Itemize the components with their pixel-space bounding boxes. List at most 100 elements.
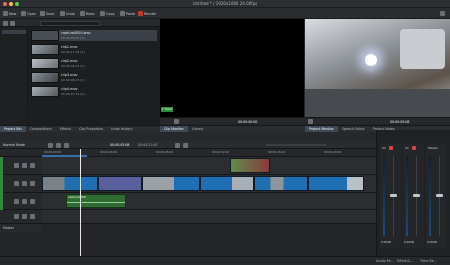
channel-level: 0.00dB [381, 240, 391, 244]
video-clip-selected[interactable] [98, 176, 142, 191]
paste-button[interactable]: Paste [120, 10, 135, 17]
fader-knob[interactable] [436, 194, 443, 197]
channel-level: 0.00dB [427, 240, 437, 244]
render-icon [138, 11, 143, 16]
channel-label: A1 [405, 146, 409, 150]
zoom-out-icon[interactable] [183, 142, 188, 148]
tab-time-remapping[interactable]: Time Re... [420, 259, 437, 263]
undo-button[interactable]: Undo [60, 10, 75, 17]
select-tool-icon[interactable] [48, 142, 53, 148]
paste-label: Paste [126, 11, 136, 16]
ruler-tick-label: 00:00:20:00 [324, 150, 342, 154]
audio-clip[interactable]: capture0000 [66, 194, 126, 208]
add-clip-icon[interactable] [3, 20, 8, 26]
mute-icon[interactable] [30, 181, 35, 186]
ruler-tick-label: 00:00:16:00 [268, 150, 286, 154]
master-header: Master [0, 224, 42, 232]
list-item[interactable]: clip1.mov 00:00:17:09 [1] [31, 44, 157, 55]
list-item[interactable]: clip2.mov 00:00:04:03 [1] [31, 58, 157, 69]
track-a1[interactable]: capture0000 [42, 193, 376, 210]
project-monitor-view[interactable] [305, 19, 450, 117]
playhead[interactable] [80, 149, 81, 256]
render-button[interactable]: Render [138, 10, 156, 17]
fader-knob[interactable] [390, 194, 397, 197]
speaker-icon[interactable] [30, 199, 35, 204]
bin-clip-list: capture0000.wav 00:00:03:22 [1] clip1.mo… [28, 27, 160, 125]
new-button[interactable]: New [3, 10, 16, 17]
record-button[interactable] [389, 146, 393, 150]
left-dock-tabs: Project Bin Compositions Effects Clip Pr… [0, 125, 160, 133]
copy-icon [100, 11, 105, 16]
track-a2[interactable] [42, 210, 376, 224]
window-title: Untitled * / 1920x1080 24.00fps [192, 1, 258, 6]
clip-thumbnail [31, 86, 59, 97]
middle-dock-tabs: Clip Monitor Library [160, 125, 305, 133]
zoom-in-icon[interactable] [175, 142, 180, 148]
spacer-tool-icon[interactable] [64, 142, 69, 148]
clip-thumbnail [31, 44, 59, 55]
record-button[interactable] [412, 146, 416, 150]
play-icon[interactable] [174, 119, 179, 124]
lock-icon[interactable] [14, 199, 19, 204]
fader-knob[interactable] [413, 194, 420, 197]
track-active-indicator[interactable] [0, 157, 3, 175]
video-clip[interactable] [230, 158, 270, 173]
edit-mode-select[interactable]: Normal Mode [3, 143, 25, 147]
timeline-empty-area[interactable] [42, 224, 376, 256]
clip-name: clip3.mov [61, 73, 78, 77]
play-icon[interactable] [308, 119, 313, 124]
track-active-indicator[interactable] [0, 175, 3, 193]
redo-button[interactable]: Redo [80, 10, 95, 17]
save-label: Save [46, 11, 55, 16]
video-clip[interactable] [142, 176, 200, 191]
new-icon [3, 11, 8, 16]
menu-icon[interactable] [440, 11, 445, 16]
video-clip[interactable] [254, 176, 308, 191]
lock-icon[interactable] [14, 214, 19, 219]
track-v2[interactable] [42, 157, 376, 175]
clip-duration: 00:00:08:23 [1] [61, 78, 85, 82]
master-label: Master [3, 226, 14, 230]
channel-label: A2 [382, 146, 386, 150]
status-bar: Audio Mi... Effect/C... Time Re... [0, 256, 450, 265]
list-item[interactable]: clip4.mov 00:00:07:19 [1] [31, 86, 157, 97]
save-button[interactable]: Save [40, 10, 54, 17]
record-icon[interactable] [22, 214, 27, 219]
bin-search-input[interactable] [40, 20, 100, 26]
eye-icon[interactable] [22, 163, 27, 168]
undo-label: Undo [66, 11, 75, 16]
record-icon[interactable] [22, 199, 27, 204]
copy-button[interactable]: Copy [100, 10, 115, 17]
video-clip[interactable] [42, 176, 98, 191]
video-clip[interactable] [200, 176, 254, 191]
clip-duration: 00:00:04:03 [1] [61, 64, 85, 68]
tab-audio-mixer[interactable]: Audio Mi... [376, 259, 394, 263]
list-item[interactable]: capture0000.wav 00:00:03:22 [1] [31, 30, 157, 41]
clip-monitor-view[interactable]: 1 Track [160, 19, 304, 117]
bin-folder-tree [0, 27, 28, 125]
lock-icon[interactable] [14, 181, 19, 186]
folder-icon[interactable] [10, 20, 15, 26]
clip-name: clip4.mov [61, 87, 78, 91]
track-active-indicator[interactable] [0, 193, 3, 210]
preview-table [305, 89, 450, 117]
video-clip[interactable] [308, 176, 364, 191]
bin-folder-root[interactable] [2, 30, 26, 34]
tab-effect-composition[interactable]: Effect/C... [397, 259, 414, 263]
razor-tool-icon[interactable] [56, 142, 61, 148]
timeline-duration: 00:00:21:00 [138, 142, 158, 147]
mixer-strip-master: Master 0.00dB [426, 144, 447, 248]
mute-icon[interactable] [30, 163, 35, 168]
clip-thumbnail [31, 30, 59, 41]
timeline-ruler[interactable]: 00:00:00:00 00:00:04:00 00:00:08:00 00:0… [42, 149, 376, 157]
list-item[interactable]: clip3.mov 00:00:08:23 [1] [31, 72, 157, 83]
lock-icon[interactable] [14, 163, 19, 168]
eye-icon[interactable] [22, 181, 27, 186]
open-button[interactable]: Open [21, 10, 36, 17]
undo-icon [60, 11, 65, 16]
speaker-icon[interactable] [30, 214, 35, 219]
timeline-toolbar: Normal Mode 00:00:05:08 00:00:21:00 [0, 141, 376, 149]
clip-duration: 00:00:17:09 [1] [61, 50, 85, 54]
zoom-slider[interactable] [266, 143, 326, 146]
track-v1[interactable] [42, 175, 376, 193]
